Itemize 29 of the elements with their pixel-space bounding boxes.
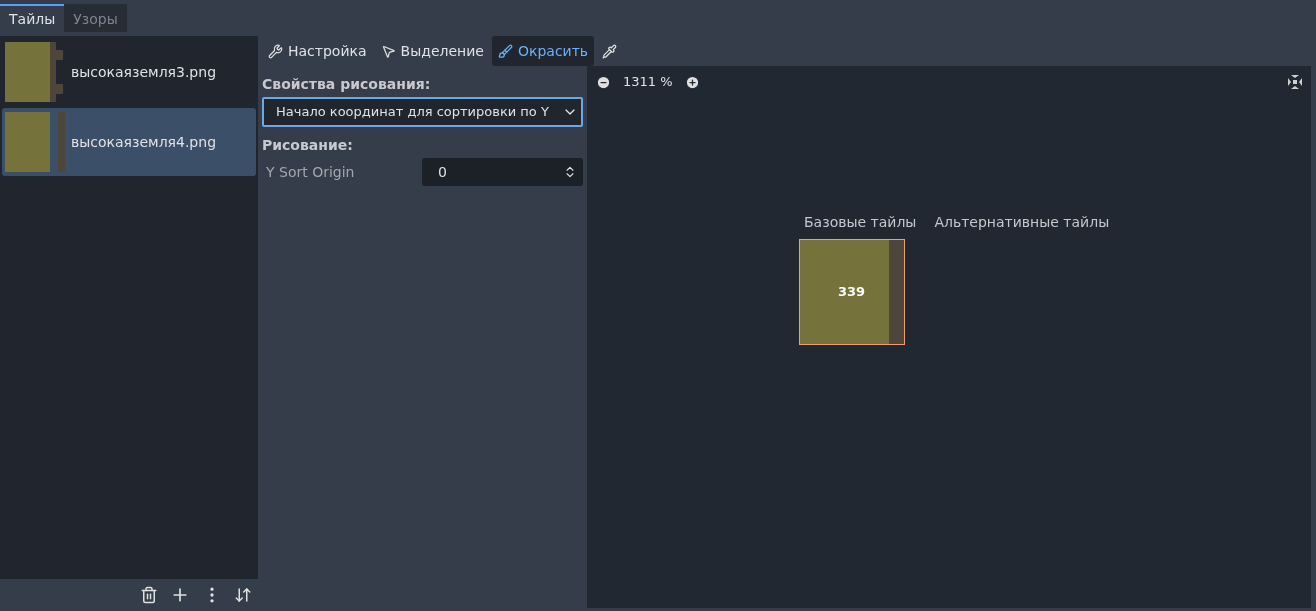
tool-tab[interactable]: Выделение [374, 36, 490, 66]
source-name: высокаяземля4.png [71, 132, 217, 152]
zoom-level: 1311 % [622, 73, 674, 92]
field-label: Y Sort Origin [265, 162, 356, 182]
pipette-icon [602, 43, 618, 59]
section-heading: Рисование: [262, 136, 354, 155]
source-name: высокаяземля3.png [71, 62, 217, 82]
tile-thumbnail-icon [5, 42, 65, 102]
tile[interactable]: 339 [799, 239, 905, 345]
zoom-in-icon[interactable] [684, 74, 700, 90]
tile-thumbnail-icon [5, 112, 65, 172]
tool-tab[interactable]: Настройка [262, 36, 373, 66]
tab[interactable]: Узоры [64, 4, 127, 32]
brush-icon [497, 43, 513, 59]
wrench-icon [268, 43, 283, 59]
alternative-tiles-label: Альтернативные тайлы [934, 213, 1110, 232]
center-view-icon[interactable] [1288, 75, 1302, 89]
source-item[interactable]: высокаяземля3.png [2, 38, 256, 106]
tile-id: 339 [838, 283, 866, 302]
property-dropdown[interactable]: Начало координат для сортировки по Y [262, 97, 583, 127]
zoom-out-icon[interactable] [596, 74, 611, 90]
base-tiles-label: Базовые тайлы [804, 213, 917, 232]
source-item[interactable]: высокаяземля4.png [2, 108, 256, 176]
delete-icon[interactable] [140, 586, 158, 604]
pointer-icon [380, 43, 396, 59]
sort-icon[interactable] [234, 586, 252, 604]
section-heading: Свойства рисования: [262, 75, 432, 94]
number-field[interactable]: 0 [422, 158, 583, 186]
tool-tab[interactable]: Окрасить [491, 36, 595, 66]
